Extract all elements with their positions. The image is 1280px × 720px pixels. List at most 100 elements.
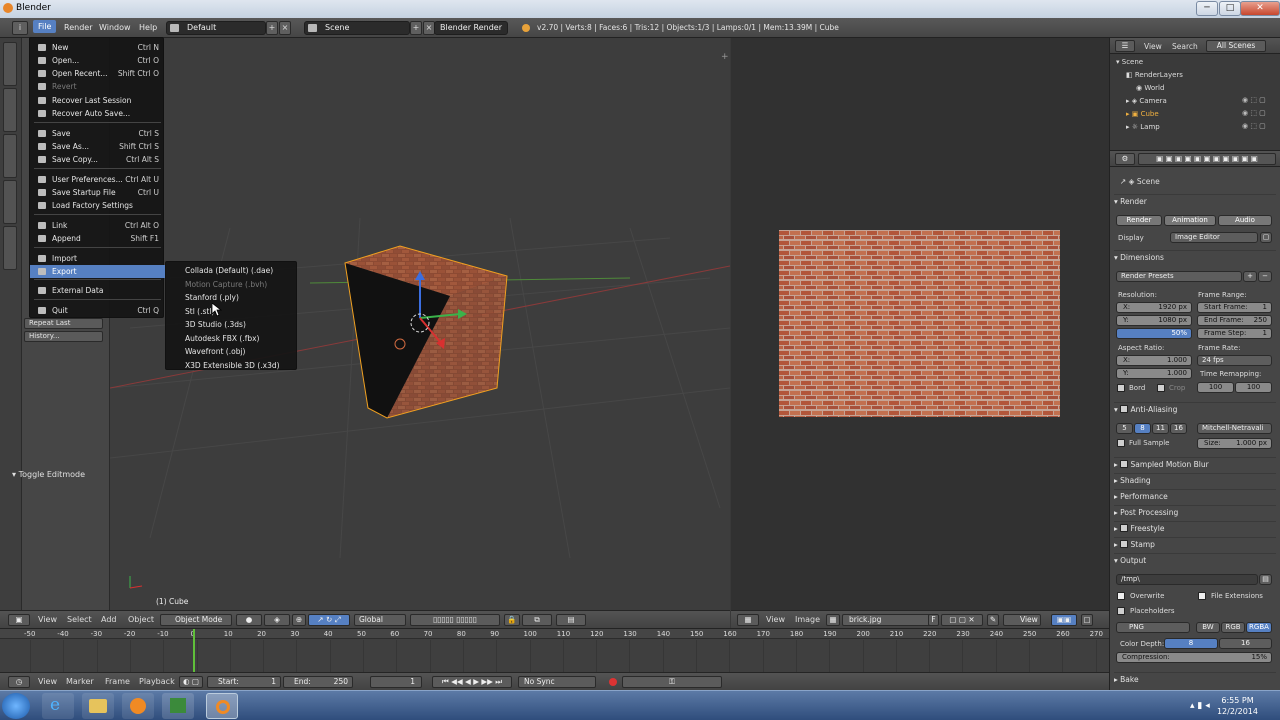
- pin-image-button[interactable]: ✎: [987, 614, 999, 626]
- file-menu-item-import[interactable]: Import: [30, 252, 165, 265]
- compression-slider[interactable]: Compression: 15%: [1116, 652, 1272, 663]
- menu-playback[interactable]: Playback: [139, 677, 175, 686]
- keying-set-field[interactable]: ⚿: [622, 676, 722, 688]
- export-item-stl-stl[interactable]: Stl (.stl): [185, 307, 214, 316]
- close-button[interactable]: ✕: [1240, 1, 1280, 16]
- outliner-row-scene[interactable]: ▾ Scene: [1110, 56, 1280, 69]
- tab-physics[interactable]: [3, 226, 17, 270]
- render-button[interactable]: Render: [1116, 215, 1162, 226]
- layer-buttons[interactable]: ▯▯▯▯▯ ▯▯▯▯▯: [410, 614, 500, 626]
- menu-image-view[interactable]: View: [766, 615, 785, 624]
- resolution-percentage-slider[interactable]: 50%: [1116, 328, 1192, 339]
- lock-layers-button[interactable]: 🔒: [504, 614, 520, 626]
- start-frame-field[interactable]: Start: 1: [207, 676, 281, 688]
- render-engine-select[interactable]: Blender Render: [434, 21, 508, 35]
- panel-post-processing-header[interactable]: ▸ Post Processing: [1114, 505, 1276, 519]
- frame-step-field[interactable]: Frame Step: 1: [1197, 328, 1272, 339]
- record-button[interactable]: [609, 678, 617, 686]
- time-remap-new-field[interactable]: 100: [1235, 382, 1272, 393]
- color-mode-rgb[interactable]: RGB: [1221, 622, 1245, 633]
- system-tray-icons[interactable]: ▴ ▮ ◂: [1190, 701, 1210, 711]
- export-item-x3d-extensible-3d-x3d[interactable]: X3D Extensible 3D (.x3d): [185, 361, 280, 370]
- file-explorer-icon[interactable]: [82, 693, 114, 719]
- menu-view[interactable]: View: [38, 615, 57, 624]
- panel-bake-header[interactable]: ▸ Bake: [1114, 672, 1276, 686]
- current-frame-field[interactable]: 1: [370, 676, 422, 688]
- sync-mode-select[interactable]: No Sync: [518, 676, 596, 688]
- image-editor[interactable]: [731, 38, 1109, 610]
- menu-timeline-view[interactable]: View: [38, 677, 57, 686]
- end-frame-field[interactable]: End: 250: [283, 676, 353, 688]
- timeline[interactable]: -50-40-30-20-100102030405060708090100110…: [0, 628, 1136, 673]
- panel-output-header[interactable]: ▾ Output: [1114, 553, 1276, 567]
- file-menu-item-export[interactable]: Export: [30, 265, 165, 278]
- border-checkbox[interactable]: [1117, 384, 1125, 392]
- aa-samples-16[interactable]: 16: [1170, 423, 1187, 434]
- file-format-select[interactable]: PNG: [1116, 622, 1190, 633]
- stamp-checkbox[interactable]: [1120, 540, 1129, 548]
- tab-create[interactable]: [3, 88, 17, 132]
- export-item-3d-studio-3ds[interactable]: 3D Studio (.3ds): [185, 320, 246, 329]
- manipulator-toggle[interactable]: ⊕: [292, 614, 306, 626]
- toggle-editmode-panel[interactable]: ▾ Toggle Editmode: [12, 470, 85, 479]
- motion-blur-checkbox[interactable]: [1120, 460, 1129, 468]
- panel-render-header[interactable]: ▾ Render: [1114, 194, 1276, 208]
- panel-shading-header[interactable]: ▸ Shading: [1114, 473, 1276, 487]
- editor-type-icon[interactable]: i: [12, 21, 28, 35]
- file-menu-item-recover-auto-save[interactable]: Recover Auto Save...: [30, 107, 165, 120]
- repeat-last-button[interactable]: Repeat Last: [24, 318, 103, 329]
- resolution-x-field[interactable]: X: 1920 px: [1116, 302, 1192, 313]
- pivot-point-select[interactable]: ◈: [264, 614, 290, 626]
- image-datablock-buttons[interactable]: ▢ ▢ ✕: [941, 614, 983, 626]
- playback-controls[interactable]: ⏮ ◀◀ ◀ ▶ ▶▶ ⏭: [432, 676, 512, 688]
- fake-user-button[interactable]: F: [928, 614, 939, 626]
- color-depth-16[interactable]: 16: [1219, 638, 1272, 649]
- render-animation-button[interactable]: Animation: [1164, 215, 1216, 226]
- file-menu-item-append[interactable]: Append Shift F1: [30, 232, 165, 245]
- current-frame-indicator[interactable]: [193, 629, 195, 673]
- overwrite-checkbox[interactable]: [1117, 592, 1125, 600]
- image-name-field[interactable]: brick.jpg: [842, 614, 938, 626]
- color-depth-8[interactable]: 8: [1164, 638, 1218, 649]
- properties-context-tabs[interactable]: ▣ ▣ ▣ ▣ ▣ ▣ ▣ ▣ ▣ ▣ ▣: [1138, 153, 1276, 165]
- file-menu-item-new[interactable]: New Ctrl N: [30, 41, 165, 54]
- file-menu-item-recover-last-session[interactable]: Recover Last Session: [30, 94, 165, 107]
- file-menu-item-load-factory-settings[interactable]: Load Factory Settings: [30, 199, 165, 212]
- time-remap-old-field[interactable]: 100: [1197, 382, 1234, 393]
- taskbar-clock[interactable]: 6:55 PM 12/2/2014: [1217, 695, 1258, 717]
- editor-type-3d-button[interactable]: ▣: [8, 614, 30, 626]
- file-menu-item-save-startup-file[interactable]: Save Startup File Ctrl U: [30, 186, 165, 199]
- add-layout-button[interactable]: +: [266, 21, 278, 35]
- output-path-field[interactable]: /tmp\: [1116, 574, 1258, 585]
- start-frame-prop-field[interactable]: Start Frame: 1: [1197, 302, 1272, 313]
- screen-layout-select[interactable]: Default: [166, 21, 266, 35]
- display-lock-toggle[interactable]: ▢: [1260, 232, 1272, 243]
- panel-dimensions-header[interactable]: ▾ Dimensions: [1114, 250, 1276, 264]
- export-item-collada-default-dae[interactable]: Collada (Default) (.dae): [185, 266, 273, 275]
- remove-layout-button[interactable]: ×: [279, 21, 291, 35]
- panel-stamp-header[interactable]: ▸ Stamp: [1114, 537, 1276, 551]
- menu-add[interactable]: Add: [101, 615, 117, 624]
- color-mode-rgba[interactable]: RGBA: [1246, 622, 1272, 633]
- blender-taskbar-icon[interactable]: [206, 693, 238, 719]
- file-menu-item-save[interactable]: Save Ctrl S: [30, 127, 165, 140]
- internet-explorer-icon[interactable]: e: [42, 693, 74, 719]
- crop-checkbox[interactable]: [1157, 384, 1165, 392]
- aa-samples-11[interactable]: 11: [1152, 423, 1169, 434]
- frame-rate-select[interactable]: 24 fps: [1197, 355, 1272, 366]
- panel-performance-header[interactable]: ▸ Performance: [1114, 489, 1276, 503]
- minimize-button[interactable]: ─: [1196, 1, 1218, 16]
- filter-size-field[interactable]: Size: 1.000 px: [1197, 438, 1272, 449]
- outliner-row-world[interactable]: ◉ World: [1110, 82, 1280, 95]
- menu-select[interactable]: Select: [67, 615, 92, 624]
- menu-image[interactable]: Image: [795, 615, 820, 624]
- remove-preset-button[interactable]: −: [1258, 271, 1272, 282]
- menu-frame[interactable]: Frame: [105, 677, 130, 686]
- freestyle-checkbox[interactable]: [1120, 524, 1129, 532]
- file-menu-item-save-copy[interactable]: Save Copy... Ctrl Alt S: [30, 153, 165, 166]
- aa-filter-select[interactable]: Mitchell-Netravali: [1197, 423, 1272, 434]
- export-item-wavefront-obj[interactable]: Wavefront (.obj): [185, 347, 245, 356]
- maximize-button[interactable]: □: [1219, 1, 1241, 16]
- display-select[interactable]: Image Editor: [1170, 232, 1258, 243]
- outliner[interactable]: ☰ View Search All Scenes ▾ Scene ◧ Rende…: [1109, 38, 1280, 150]
